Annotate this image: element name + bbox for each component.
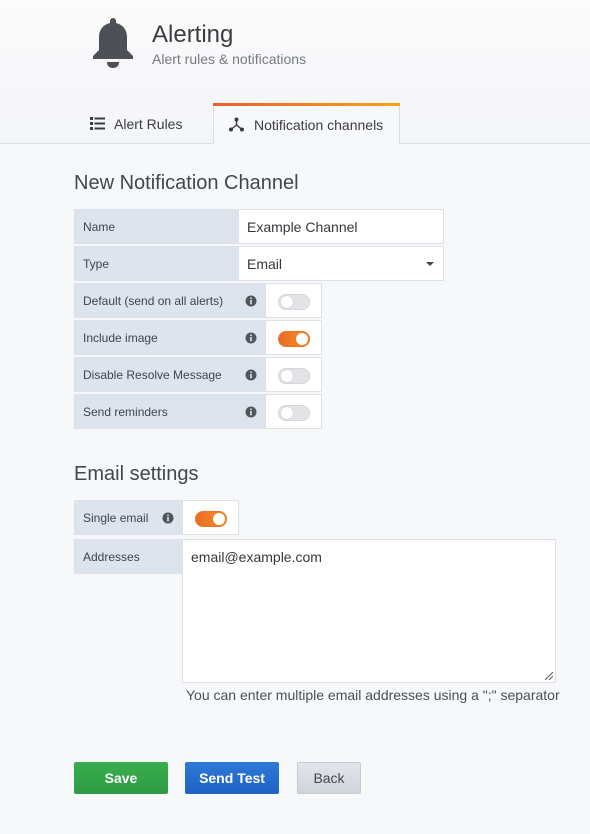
save-button[interactable]: Save — [74, 762, 168, 794]
toggle-label-send-reminders: Send reminders — [74, 394, 266, 429]
toggle-cell — [183, 500, 239, 535]
default-switch[interactable] — [278, 294, 310, 310]
tab-notification-channels-label: Notification channels — [254, 116, 384, 133]
page-title: Alerting — [152, 21, 234, 48]
info-icon[interactable] — [162, 512, 174, 524]
switch-knob — [281, 407, 293, 419]
resize-grip-icon[interactable] — [545, 672, 553, 680]
page-subtitle: Alert rules & notifications — [152, 51, 307, 67]
addresses-label: Addresses — [74, 539, 183, 574]
single-email-switch[interactable] — [195, 511, 227, 527]
send-reminders-switch[interactable] — [278, 405, 310, 421]
info-icon[interactable] — [245, 369, 257, 381]
name-row: Name Example Channel — [74, 209, 444, 244]
type-label: Type — [74, 246, 239, 281]
type-select-value: Email — [247, 255, 283, 272]
bell-icon — [93, 18, 133, 68]
page-header: Alerting Alert rules & notifications Ale… — [0, 0, 590, 144]
type-row: Type Email — [74, 246, 444, 281]
tab-alert-rules[interactable]: Alert Rules — [90, 103, 182, 144]
toggle-cell — [266, 357, 322, 392]
toggle-label-text: Disable Resolve Message — [83, 367, 222, 382]
switch-knob — [213, 513, 225, 525]
addresses-textarea[interactable]: email@example.com — [182, 539, 556, 683]
toggle-row-disable-resolve: Disable Resolve Message — [74, 357, 322, 392]
name-input[interactable]: Example Channel — [239, 209, 444, 244]
email-settings-title: Email settings — [74, 463, 199, 485]
toggle-row-send-reminders: Send reminders — [74, 394, 322, 429]
addresses-help-text: You can enter multiple email addresses u… — [186, 687, 560, 703]
toggle-cell — [266, 394, 322, 429]
single-email-label: Single email — [74, 500, 183, 535]
switch-knob — [281, 370, 293, 382]
toggle-label-text: Send reminders — [83, 404, 168, 419]
form-title: New Notification Channel — [74, 172, 299, 194]
addresses-row: Addresses — [74, 539, 183, 574]
info-icon[interactable] — [245, 332, 257, 344]
info-icon[interactable] — [245, 406, 257, 418]
channels-icon — [229, 117, 244, 132]
toggle-row-include-image: Include image — [74, 320, 322, 355]
switch-knob — [281, 296, 293, 308]
toggle-label-text: Default (send on all alerts) — [83, 293, 224, 308]
addresses-value: email@example.com — [191, 549, 322, 565]
toggle-label-text: Include image — [83, 330, 158, 345]
list-icon — [90, 117, 105, 130]
single-email-row: Single email — [74, 500, 239, 535]
send-test-button[interactable]: Send Test — [185, 762, 279, 794]
include-image-switch[interactable] — [278, 331, 310, 347]
back-button[interactable]: Back — [297, 762, 361, 794]
toggle-cell — [266, 283, 322, 318]
tab-alert-rules-label: Alert Rules — [114, 115, 183, 132]
name-label: Name — [74, 209, 239, 244]
toggle-label-include-image: Include image — [74, 320, 266, 355]
toggle-cell — [266, 320, 322, 355]
type-select[interactable]: Email — [239, 246, 444, 281]
single-email-label-text: Single email — [83, 510, 149, 525]
toggle-label-default: Default (send on all alerts) — [74, 283, 266, 318]
info-icon[interactable] — [245, 295, 257, 307]
toggle-row-default: Default (send on all alerts) — [74, 283, 322, 318]
toggle-label-disable-resolve: Disable Resolve Message — [74, 357, 266, 392]
chevron-down-icon — [426, 262, 434, 266]
tab-notification-channels[interactable]: Notification channels — [213, 103, 400, 144]
switch-knob — [296, 333, 308, 345]
disable-resolve-switch[interactable] — [278, 368, 310, 384]
